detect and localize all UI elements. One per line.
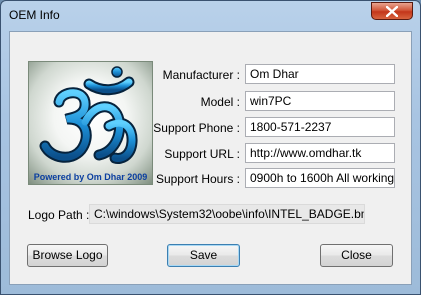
window-close-button[interactable] <box>371 2 413 20</box>
support-hours-field[interactable]: 0900h to 1600h All working days <box>245 168 395 188</box>
title-bar[interactable]: OEM Info <box>1 1 420 31</box>
oem-info-window: OEM Info Powered by Om Dhar 2009 Manufac… <box>0 0 421 295</box>
manufacturer-label: Manufacturer : <box>162 68 240 82</box>
model-label: Model : <box>200 95 240 109</box>
browse-logo-button[interactable]: Browse Logo <box>27 244 108 267</box>
support-hours-label: Support Hours : <box>155 172 240 186</box>
save-button[interactable]: Save <box>167 244 240 267</box>
dialog-client-area: Powered by Om Dhar 2009 Manufacturer : O… <box>9 31 412 285</box>
support-phone-field[interactable]: 1800-571-2237 <box>245 117 395 137</box>
support-phone-label: Support Phone : <box>153 121 240 135</box>
manufacturer-field[interactable]: Om Dhar <box>245 64 395 84</box>
window-title: OEM Info <box>9 8 60 22</box>
logo-path-label: Logo Path : <box>28 208 90 222</box>
support-url-field[interactable]: http://www.omdhar.tk <box>245 143 395 163</box>
close-icon <box>386 6 398 17</box>
logo-path-value: C:\windows\System32\oobe\info\INTEL_BADG… <box>89 204 365 224</box>
support-url-label: Support URL : <box>164 147 240 161</box>
model-field[interactable]: win7PC <box>245 91 395 111</box>
close-button[interactable]: Close <box>320 244 393 267</box>
